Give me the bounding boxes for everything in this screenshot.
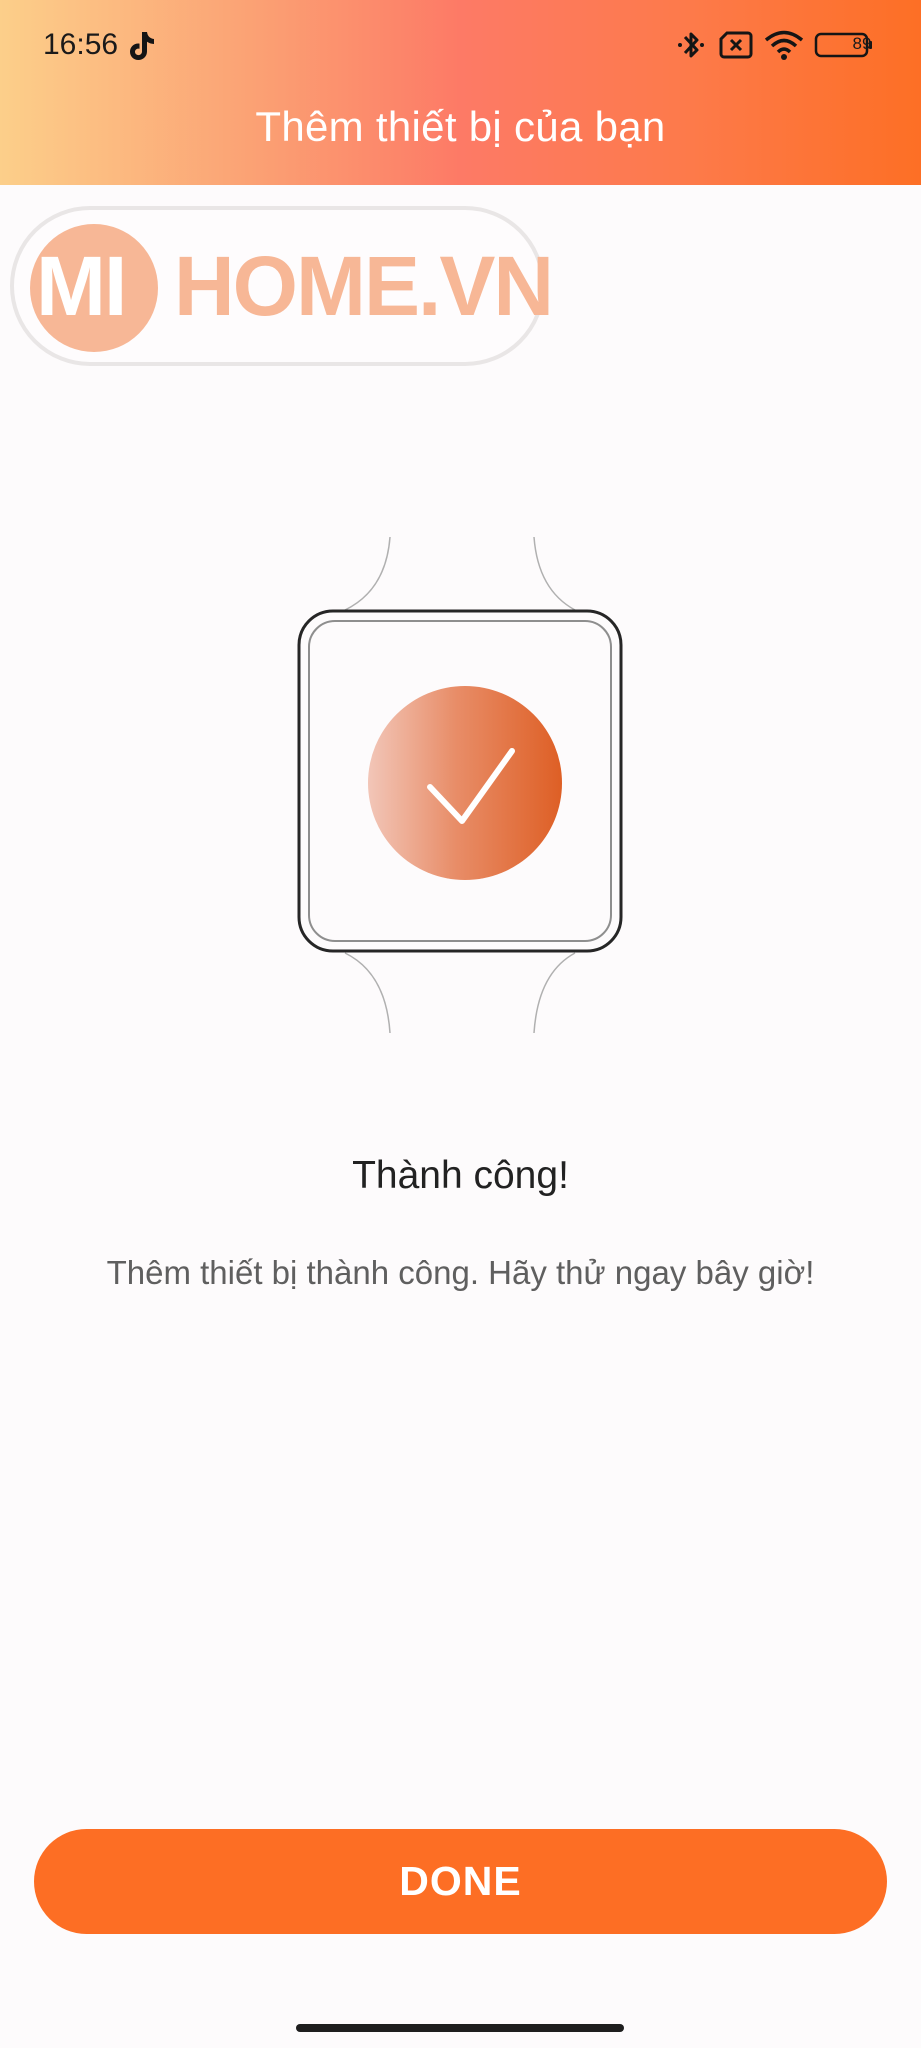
wifi-icon (764, 30, 804, 60)
sim-off-icon (719, 31, 753, 59)
page-title: Thêm thiết bị của bạn (255, 103, 666, 150)
status-time: 16:56 (43, 28, 119, 61)
watermark-home-text: HOME.VN (174, 239, 554, 333)
watermark-mi-text: MI (36, 239, 127, 333)
success-title: Thành công! (352, 1154, 569, 1197)
app-header: 16:56 89 Thêm thiết bị của bạn (0, 0, 921, 185)
home-indicator[interactable] (296, 2024, 624, 2032)
watermark-logo: MI HOME.VN (10, 206, 554, 366)
bluetooth-icon (678, 32, 704, 58)
success-message: Thêm thiết bị thành công. Hãy thử ngay b… (106, 1254, 815, 1291)
done-button[interactable]: DONE (34, 1829, 887, 1934)
tiktok-icon (130, 32, 154, 60)
status-bar: 16:56 89 (0, 0, 921, 92)
battery-level: 89 (852, 34, 872, 53)
watch-checkmark-icon (297, 536, 623, 1034)
